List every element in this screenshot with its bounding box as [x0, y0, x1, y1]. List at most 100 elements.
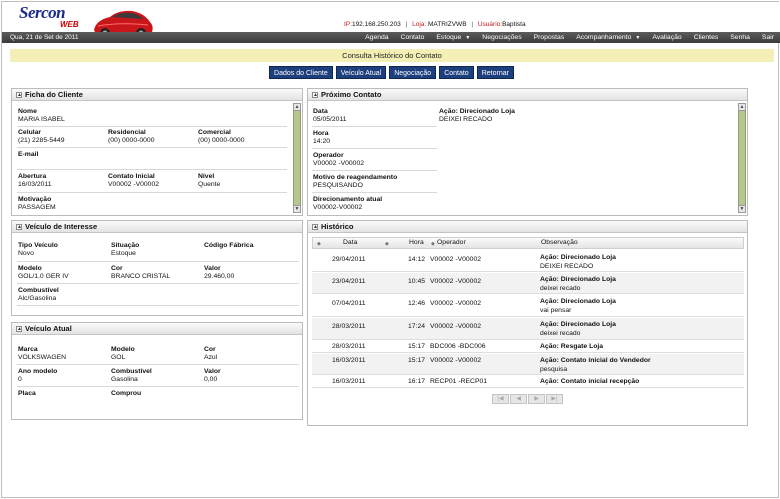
divider: [17, 283, 299, 284]
field-modelo: Modelo GOL/1.0 GER IV: [18, 265, 69, 280]
divider: [17, 261, 299, 262]
nav-sair[interactable]: Sair: [756, 32, 780, 43]
panel-title: Histórico: [321, 222, 354, 231]
panel-body: ◆ Data ◆ Hora ◆ Operador Observação 29/0…: [308, 233, 747, 425]
field-placa: Placa: [18, 390, 36, 397]
veiculo-atual-panel: ▲ Veículo Atual Marca VOLKSWAGEN Modelo …: [11, 322, 303, 420]
field-combustivel: Combustível Gasolina: [111, 368, 152, 383]
table-row[interactable]: 16/03/2011 16:17 RECP01 -RECP01 Ação: Co…: [312, 376, 744, 388]
divider: [17, 147, 287, 148]
collapse-icon[interactable]: ▲: [16, 224, 22, 230]
scroll-down-icon[interactable]: ▼: [738, 205, 746, 213]
field-motivacao: Motivação PASSAGEM: [18, 196, 56, 211]
sort-icon[interactable]: ◆: [385, 241, 389, 247]
col-observacao[interactable]: Observação: [541, 239, 578, 246]
table-row[interactable]: 29/04/2011 14:12 V00002 -V00002 Ação: Di…: [312, 251, 744, 272]
collapse-icon[interactable]: ▲: [312, 92, 318, 98]
nav-agenda[interactable]: Agenda: [359, 32, 394, 43]
dropdown-arrow-icon: ▼: [635, 35, 641, 41]
action-buttons: Dados do Cliente Veículo Atual Negociaçã…: [2, 66, 780, 79]
col-data[interactable]: Data: [343, 239, 357, 246]
col-operador[interactable]: Operador: [437, 239, 466, 246]
divider: [312, 192, 437, 193]
field-celular: Celular (21) 2285-5449: [18, 129, 65, 144]
field-marca: Marca VOLKSWAGEN: [18, 346, 67, 361]
field-direcionamento: Direcionamento atual V00002-V00002: [313, 196, 383, 211]
col-hora[interactable]: Hora: [409, 239, 424, 246]
field-hora: Hora 14:20: [313, 130, 331, 145]
divider: [17, 305, 299, 306]
nav-clientes[interactable]: Clientes: [688, 32, 725, 43]
dropdown-arrow-icon: ▼: [465, 35, 471, 41]
panel-title: Veículo Atual: [25, 324, 72, 333]
ficha-cliente-panel: ▲ Ficha do Cliente Nome MARIA ISABEL Cel…: [11, 88, 303, 216]
field-comprou: Comprou: [111, 390, 142, 397]
scroll-up-icon[interactable]: ▲: [293, 103, 301, 111]
divider: [312, 126, 437, 127]
contato-button[interactable]: Contato: [439, 66, 474, 79]
panel-title: Veículo de Interesse: [25, 222, 98, 231]
field-codigo-fabrica: Código Fábrica: [204, 242, 254, 249]
last-page-icon[interactable]: ▶|: [546, 394, 563, 404]
panel-body: Marca VOLKSWAGEN Modelo GOL Cor Azul Ano…: [12, 335, 302, 419]
panel-header: ▲ Veículo Atual: [12, 323, 302, 335]
table-row[interactable]: 16/03/2011 15:17 V00002 -V00002 Ação: Co…: [312, 354, 744, 375]
field-contato-inicial: Contato Inicial V00002 -V00002: [108, 173, 160, 188]
next-page-icon[interactable]: ▶: [528, 394, 545, 404]
sort-icon[interactable]: ◆: [431, 241, 435, 247]
divider: [17, 364, 299, 365]
divider: [17, 126, 287, 127]
table-row[interactable]: 07/04/2011 12:46 V00002 -V00002 Ação: Di…: [312, 295, 744, 317]
field-situacao: Situação Estoque: [111, 242, 140, 257]
nav-propostas[interactable]: Propostas: [528, 32, 571, 43]
table-row[interactable]: 28/03/2011 15:17 BDC006 -BDC006 Ação: Re…: [312, 341, 744, 353]
app-header: Sercon WEB IP:192.168.250.203 | Loja: MA…: [2, 2, 780, 40]
vertical-scrollbar[interactable]: ▲ ▼: [293, 103, 301, 213]
prev-page-icon[interactable]: ◀: [510, 394, 527, 404]
separator: |: [471, 21, 474, 28]
ip-label: IP:: [344, 21, 352, 28]
field-abertura: Abertura 16/03/2011: [18, 173, 52, 188]
nav-menu: Agenda Contato Estoque ▼ Negociações Prop…: [359, 32, 780, 43]
session-info: IP:192.168.250.203 | Loja: MATRIZVWB | U…: [344, 21, 526, 28]
negociacao-button[interactable]: Negociação: [389, 66, 437, 79]
page-title: Consulta Histórico do Contato: [10, 49, 774, 62]
sort-icon[interactable]: ◆: [317, 241, 321, 247]
nav-contato[interactable]: Contato: [395, 32, 431, 43]
vertical-scrollbar[interactable]: ▲ ▼: [738, 103, 746, 213]
first-page-icon[interactable]: |◀: [492, 394, 509, 404]
nav-estoque[interactable]: Estoque ▼: [430, 32, 476, 43]
sercon-logo[interactable]: Sercon WEB: [19, 4, 89, 29]
table-row[interactable]: 28/03/2011 17:24 V00002 -V00002 Ação: Di…: [312, 318, 744, 340]
nav-negociacoes[interactable]: Negociações: [476, 32, 527, 43]
ip-value: 192.168.250.203: [351, 21, 401, 28]
retornar-button[interactable]: Retornar: [476, 66, 514, 79]
scroll-down-icon[interactable]: ▼: [293, 205, 301, 213]
field-residencial: Residencial (00) 0000-0000: [108, 129, 155, 144]
field-motivo: Motivo de reagendamento PESQUISANDO: [313, 174, 398, 189]
collapse-icon[interactable]: ▲: [16, 92, 22, 98]
veiculo-interesse-panel: ▲ Veículo de Interesse Tipo Veículo Novo…: [11, 220, 303, 316]
panel-header: ▲ Próximo Contato: [308, 89, 747, 101]
scroll-up-icon[interactable]: ▲: [738, 103, 746, 111]
field-nivel: Nível Quente: [198, 173, 221, 188]
panel-body: Tipo Veículo Novo Situação Estoque Códig…: [12, 233, 302, 315]
nav-acompanhamento[interactable]: Acompanhamento ▼: [570, 32, 646, 43]
divider: [312, 148, 437, 149]
pagination: |◀ ◀ ▶ ▶|: [492, 394, 566, 404]
panel-title: Próximo Contato: [321, 90, 382, 99]
panel-header: ▲ Veículo de Interesse: [12, 221, 302, 233]
current-date: Qua, 21 de Set de 2011: [10, 34, 79, 41]
nav-senha[interactable]: Senha: [724, 32, 756, 43]
veiculo-atual-button[interactable]: Veículo Atual: [335, 66, 387, 79]
nav-avaliacao[interactable]: Avaliação: [646, 32, 687, 43]
field-cor: Cor Azul: [204, 346, 218, 361]
historico-panel: ▲ Histórico ◆ Data ◆ Hora ◆ Operador Obs…: [307, 220, 748, 426]
collapse-icon[interactable]: ▲: [312, 224, 318, 230]
dados-cliente-button[interactable]: Dados do Cliente: [269, 66, 333, 79]
collapse-icon[interactable]: ▲: [16, 326, 22, 332]
table-row[interactable]: 23/04/2011 10:45 V00002 -V00002 Ação: Di…: [312, 273, 744, 294]
divider: [17, 386, 299, 387]
field-cor: Cor BRANCO CRISTAL: [111, 265, 171, 280]
usuario-label: Usuário:: [477, 21, 503, 28]
